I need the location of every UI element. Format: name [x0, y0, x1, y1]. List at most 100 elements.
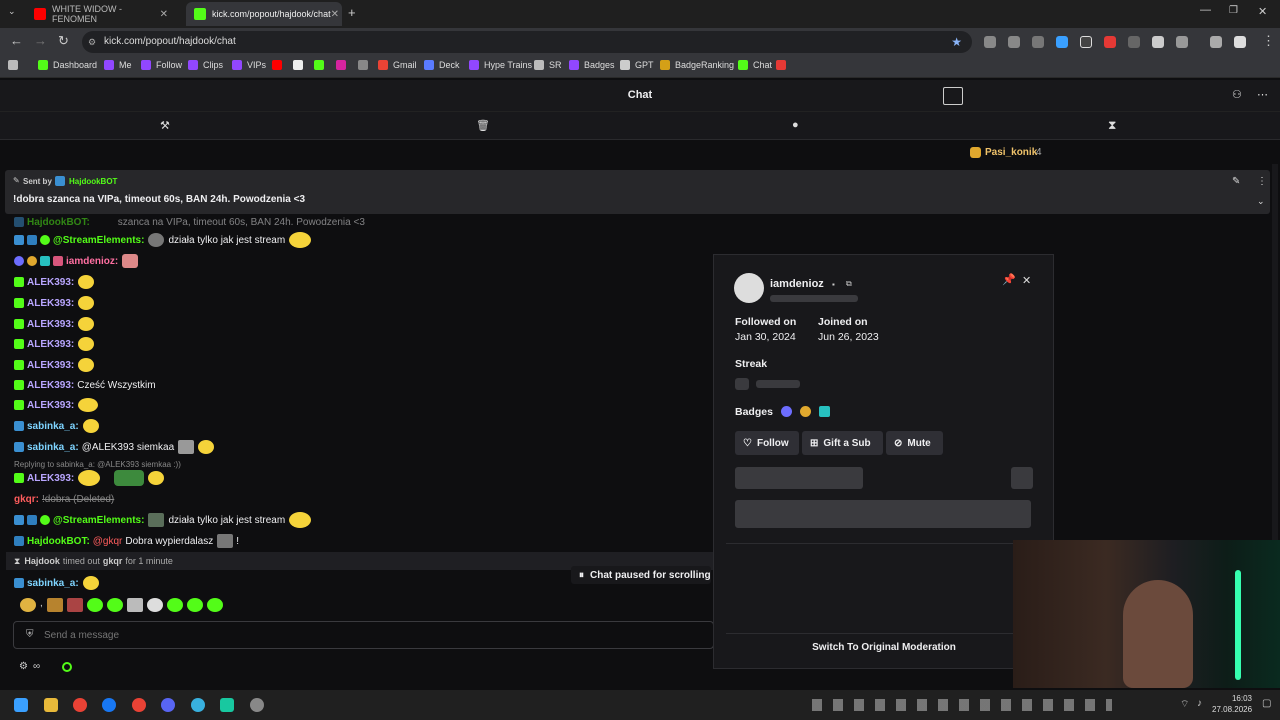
- mute-button[interactable]: ⊘ Mute: [886, 431, 943, 455]
- pinned-menu-icon[interactable]: ⋮: [1257, 176, 1267, 187]
- chat-message[interactable]: ALEK393:: [14, 316, 95, 332]
- new-tab-icon[interactable]: +: [348, 5, 356, 20]
- bookmark-dashboard[interactable]: Dashboard: [38, 60, 97, 70]
- mention[interactable]: @gkqr: [93, 536, 123, 547]
- chat-message[interactable]: HajdookBOT: szanca na VIPa, timeout 60s,…: [14, 214, 365, 230]
- forward-icon[interactable]: →: [34, 33, 47, 48]
- discord-icon[interactable]: [161, 698, 175, 712]
- bookmark-follow[interactable]: Follow: [141, 60, 182, 70]
- chat-message[interactable]: ALEK393:: [14, 357, 95, 373]
- chat-paused-banner[interactable]: ⏸ Chat paused for scrolling: [571, 566, 711, 584]
- bookmark-badgeranking[interactable]: BadgeRanking: [660, 60, 734, 70]
- app-icon[interactable]: [191, 698, 205, 712]
- chat-message[interactable]: iamdenioz:: [14, 253, 139, 269]
- tab-list-chevron-icon[interactable]: ⌄: [8, 6, 16, 17]
- bookmark-ext[interactable]: [776, 60, 791, 70]
- more-menu-icon[interactable]: ⋯: [1257, 88, 1268, 101]
- extension-icon[interactable]: [1080, 36, 1092, 48]
- extension-icon[interactable]: [1152, 36, 1164, 48]
- bookmark-x[interactable]: [293, 60, 308, 70]
- reading-list-icon[interactable]: [1210, 36, 1222, 48]
- bookmark-chat[interactable]: Chat: [738, 60, 772, 70]
- emote[interactable]: [66, 598, 83, 612]
- profile-icon[interactable]: [1234, 36, 1246, 48]
- chat-message-deleted[interactable]: gkqr: !dobra (Deleted): [14, 491, 114, 507]
- extension-icon[interactable]: [1032, 36, 1044, 48]
- shield-icon[interactable]: ⛨: [26, 629, 34, 640]
- close-icon[interactable]: ✕: [1022, 274, 1031, 287]
- bookmark-gmail[interactable]: Gmail: [378, 60, 417, 70]
- bookmark-youtube[interactable]: [272, 60, 287, 70]
- notifications-icon[interactable]: ▢: [1262, 698, 1271, 709]
- emote[interactable]: [86, 598, 103, 612]
- bookmark-me[interactable]: Me: [104, 60, 132, 70]
- chat-message[interactable]: @StreamElements: działa tylko jak jest s…: [14, 512, 312, 528]
- tab-kick-chat[interactable]: kick.com/popout/hajdook/chat ✕: [186, 2, 342, 26]
- bookmark-instagram[interactable]: [336, 60, 351, 70]
- hammer-icon[interactable]: ⚒: [160, 119, 170, 132]
- expand-chevron-icon[interactable]: ⌄: [1257, 196, 1265, 207]
- wifi-icon[interactable]: ⌔: [1180, 698, 1189, 711]
- pin-card-icon[interactable]: 📌: [1002, 273, 1016, 286]
- leaderboard-user[interactable]: Pasi_konik: [985, 147, 1037, 158]
- chrome-icon[interactable]: [73, 698, 87, 712]
- unpin-icon[interactable]: ✎: [1232, 176, 1240, 187]
- bookmark-star-icon[interactable]: ★: [951, 31, 962, 53]
- emote[interactable]: [186, 598, 203, 612]
- tab-white-widow[interactable]: WHITE WIDOW - FENOMEN ✕: [26, 2, 176, 26]
- site-info-icon[interactable]: ⚙: [88, 31, 96, 53]
- status-ring-icon[interactable]: [62, 662, 72, 672]
- browser-menu-icon[interactable]: ⋮: [1262, 33, 1275, 49]
- bookmark-deck[interactable]: Deck: [424, 60, 460, 70]
- extension-icon[interactable]: [1056, 36, 1068, 48]
- facebook-icon[interactable]: [102, 698, 116, 712]
- chat-message[interactable]: ALEK393:: [14, 336, 95, 352]
- close-tab-icon[interactable]: ✕: [331, 9, 339, 20]
- emote[interactable]: [166, 598, 183, 612]
- extension-shield-icon[interactable]: [984, 36, 996, 48]
- chat-message[interactable]: sabinka_a: @ALEK393 siemkaa: [14, 439, 215, 455]
- bookmark-gpt[interactable]: GPT: [620, 60, 654, 70]
- copy-icon[interactable]: ▪: [832, 280, 835, 289]
- bookmark-vips[interactable]: VIPs: [232, 60, 266, 70]
- apps-grid-icon[interactable]: [8, 60, 23, 70]
- minimize-icon[interactable]: —: [1200, 4, 1211, 16]
- bookmark-hype-trains[interactable]: Hype Trains: [469, 60, 532, 70]
- bookmark-badges[interactable]: Badges: [569, 60, 615, 70]
- system-tray-icons[interactable]: [812, 699, 1112, 711]
- clock-date[interactable]: 27.08.2026: [1212, 705, 1252, 714]
- settings-icon[interactable]: ⚙: [19, 661, 28, 672]
- app-icon[interactable]: [250, 698, 264, 712]
- start-icon[interactable]: [14, 698, 28, 712]
- chat-message[interactable]: ALEK393: Cześć Wszystkim: [14, 377, 156, 393]
- chat-message[interactable]: ALEK393:: [14, 470, 165, 486]
- bookmark-ext[interactable]: [358, 60, 373, 70]
- bookmark-clips[interactable]: Clips: [188, 60, 223, 70]
- chat-message[interactable]: @StreamElements: działa tylko jak jest s…: [14, 232, 312, 248]
- chat-message[interactable]: sabinka_a:: [14, 418, 99, 434]
- bookmark-kick[interactable]: [314, 60, 329, 70]
- emote[interactable]: [46, 598, 63, 612]
- infinity-icon[interactable]: ∞: [33, 661, 40, 672]
- clock-time[interactable]: 16:03: [1212, 694, 1252, 703]
- emote[interactable]: [206, 598, 223, 612]
- chat-bubble-icon[interactable]: ●: [792, 119, 799, 131]
- emote[interactable]: [20, 598, 36, 612]
- chat-message[interactable]: HajdookBOT: @gkqr Dobra wypierdalasz !: [14, 533, 239, 549]
- hourglass-icon[interactable]: ⧗: [1108, 118, 1116, 133]
- emote[interactable]: [106, 598, 123, 612]
- username[interactable]: iamdenioz: [770, 278, 824, 290]
- chat-message[interactable]: ALEK393:: [14, 397, 99, 413]
- volume-icon[interactable]: ♪: [1197, 698, 1202, 709]
- url-bar[interactable]: ⚙ kick.com/popout/hajdook/chat ★: [82, 31, 972, 53]
- extension-icon[interactable]: [1128, 36, 1140, 48]
- external-link-icon[interactable]: ⧉: [846, 279, 852, 289]
- follow-button[interactable]: ♡ Follow: [735, 431, 799, 455]
- app-icon[interactable]: [220, 698, 234, 712]
- chat-message[interactable]: ALEK393:: [14, 274, 95, 290]
- extension-icon[interactable]: [1008, 36, 1020, 48]
- close-tab-icon[interactable]: ✕: [160, 9, 168, 20]
- gift-sub-button[interactable]: ⊞ Gift a Sub: [802, 431, 883, 455]
- trash-icon[interactable]: 🗑: [476, 119, 490, 132]
- users-icon[interactable]: ⚇: [1232, 88, 1242, 101]
